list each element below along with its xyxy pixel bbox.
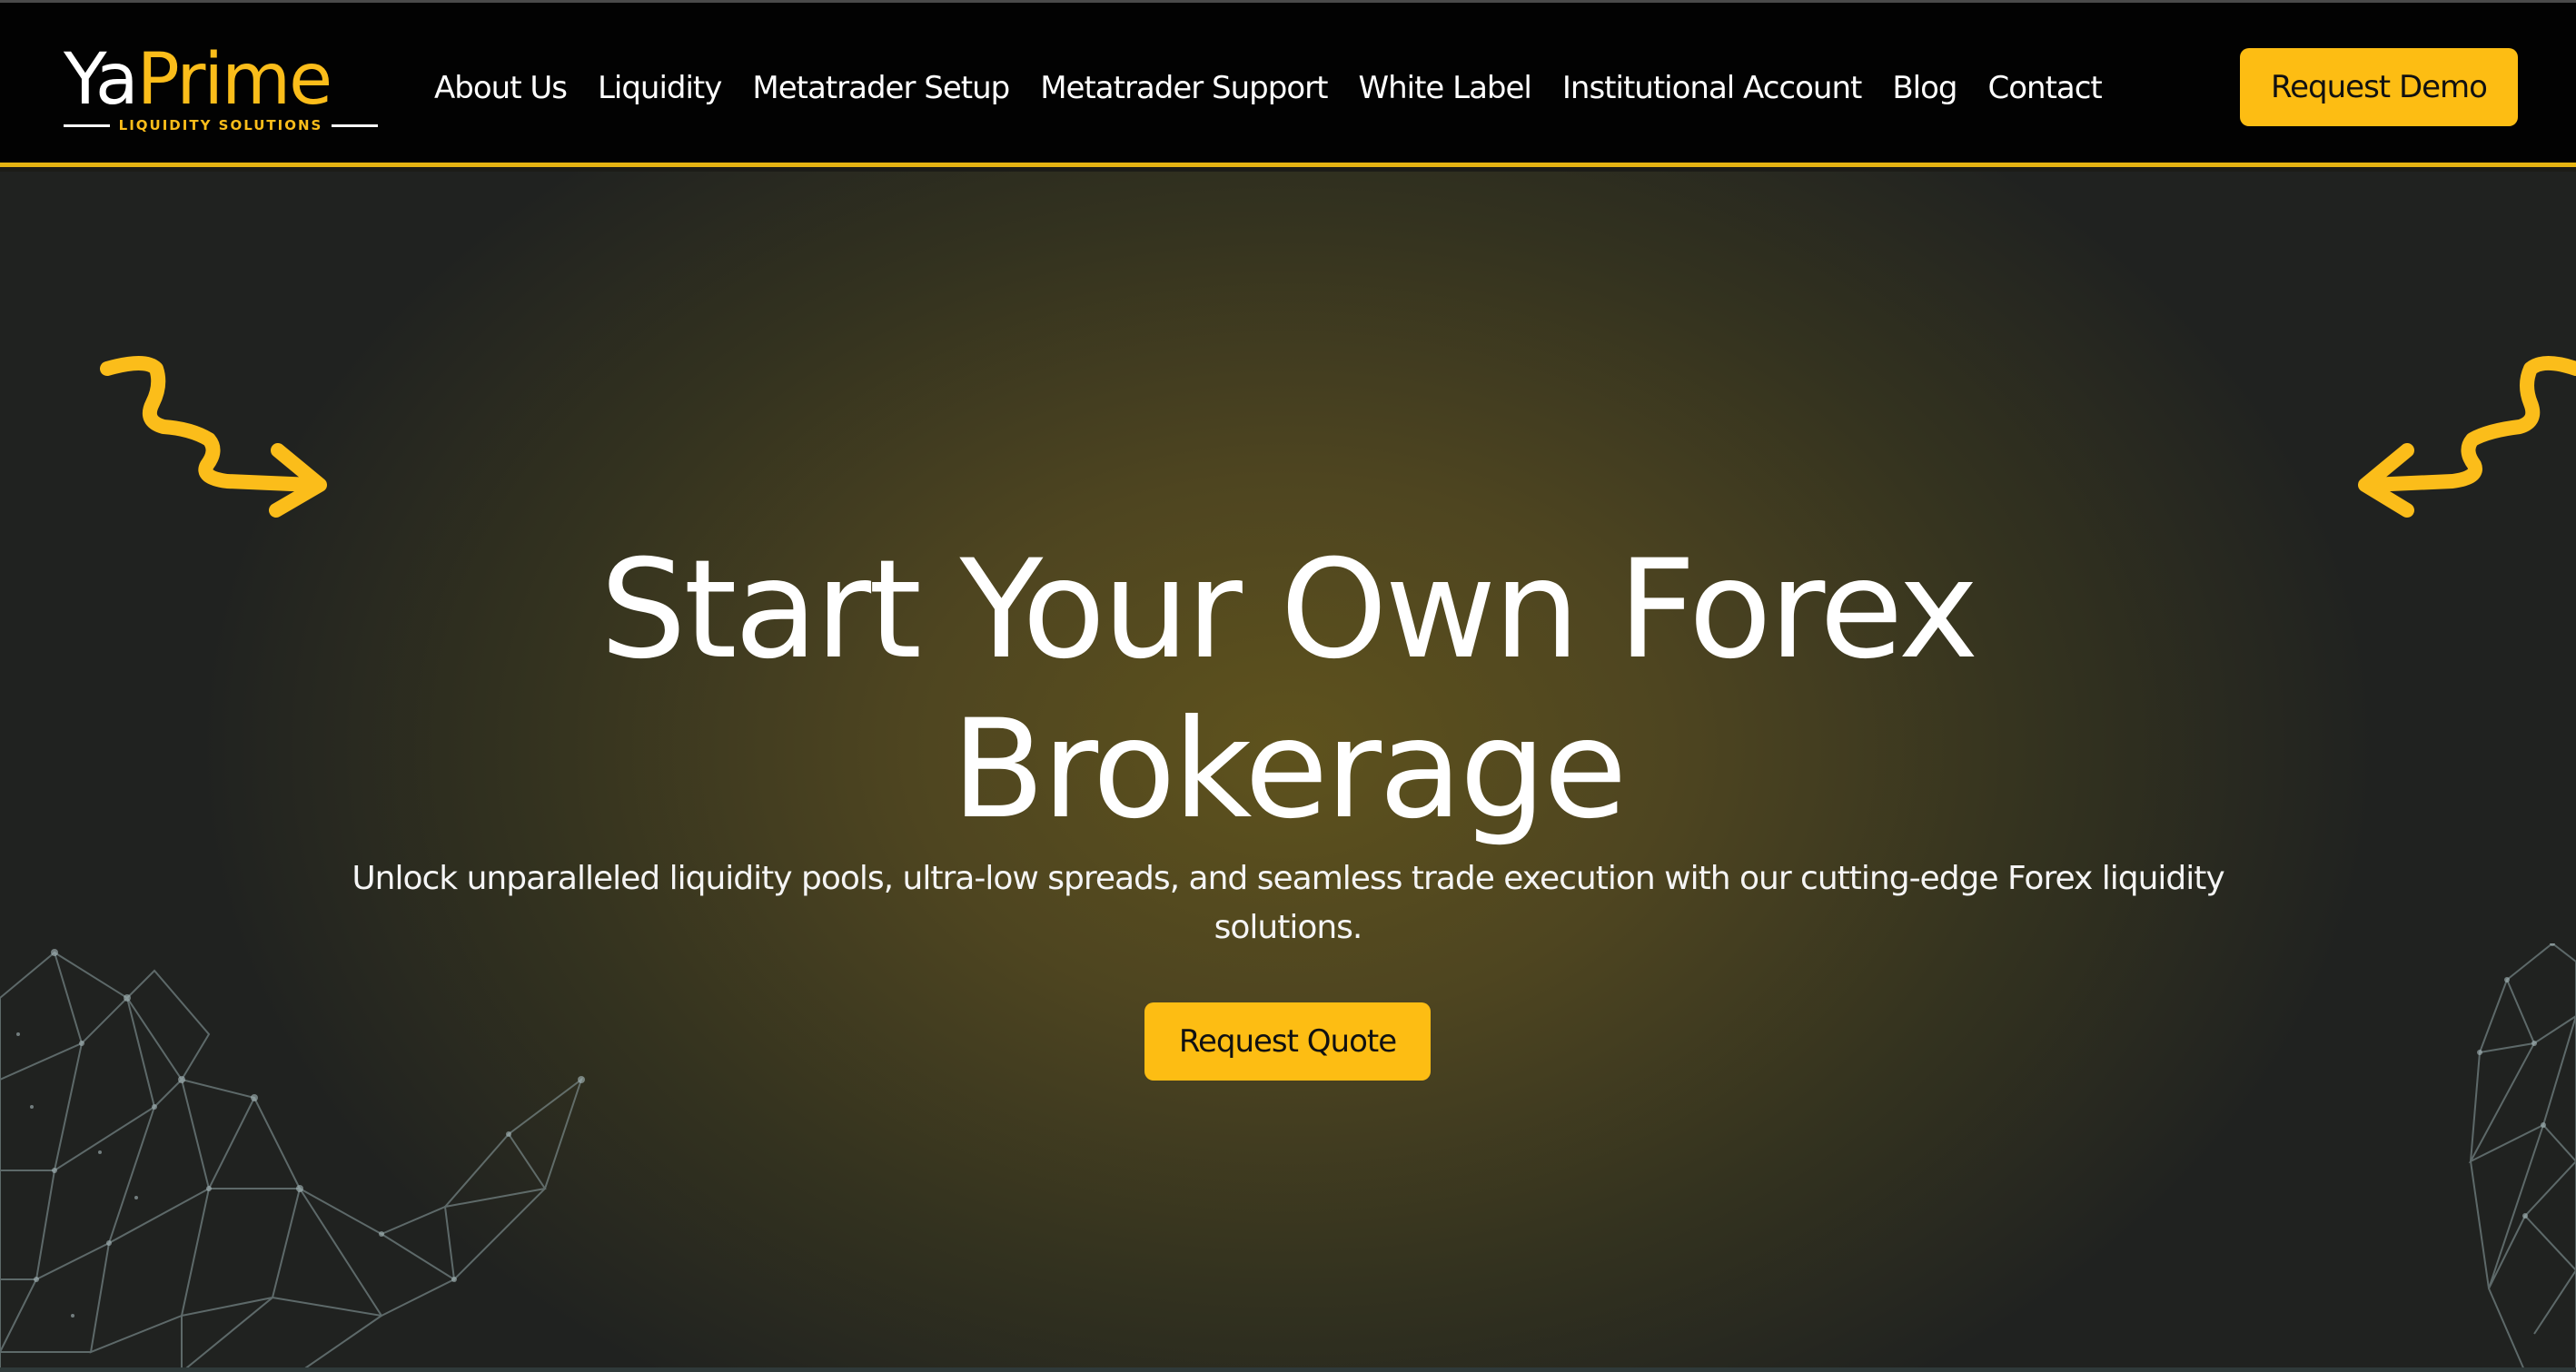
hero-title-line-2: Brokerage xyxy=(951,691,1628,849)
logo-text-ya: Ya xyxy=(64,39,139,121)
request-demo-button[interactable]: Request Demo xyxy=(2240,48,2518,126)
page-bottom-edge xyxy=(0,1367,2576,1372)
hero-title-line-1: Start Your Own Forex xyxy=(599,531,1979,689)
request-quote-button[interactable]: Request Quote xyxy=(1144,1002,1431,1081)
site-header: YaPrime LIQUIDITY SOLUTIONS About Us Liq… xyxy=(0,0,2576,167)
logo-text-prime: Prime xyxy=(136,39,332,121)
logo-tagline: LIQUIDITY SOLUTIONS xyxy=(118,117,323,133)
nav-about-us[interactable]: About Us xyxy=(434,70,568,106)
nav-blog[interactable]: Blog xyxy=(1892,70,1957,106)
logo-wordmark: YaPrime xyxy=(64,39,332,121)
nav-institutional-account[interactable]: Institutional Account xyxy=(1562,70,1862,106)
tagline-divider-left xyxy=(64,123,110,127)
zigzag-arrow-icon xyxy=(100,356,327,518)
logo-tagline-row: LIQUIDITY SOLUTIONS xyxy=(64,117,378,133)
nav-white-label[interactable]: White Label xyxy=(1358,70,1531,106)
nav-metatrader-setup[interactable]: Metatrader Setup xyxy=(752,70,1010,106)
brand-logo[interactable]: YaPrime LIQUIDITY SOLUTIONS xyxy=(64,39,381,139)
hero-title: Start Your Own Forex Brokerage xyxy=(380,530,2196,850)
nav-metatrader-support[interactable]: Metatrader Support xyxy=(1040,70,1328,106)
nav-contact[interactable]: Contact xyxy=(1987,70,2102,106)
hero-section: Start Your Own Forex Brokerage Unlock un… xyxy=(0,172,2576,1372)
tagline-divider-right xyxy=(332,123,378,127)
main-nav: About Us Liquidity Metatrader Setup Meta… xyxy=(434,61,2133,115)
zigzag-arrow-icon xyxy=(2358,356,2576,518)
hero-subtitle: Unlock unparalleled liquidity pools, ult… xyxy=(352,860,2224,946)
wireframe-bear xyxy=(2468,943,2576,1372)
nav-liquidity[interactable]: Liquidity xyxy=(598,70,722,106)
